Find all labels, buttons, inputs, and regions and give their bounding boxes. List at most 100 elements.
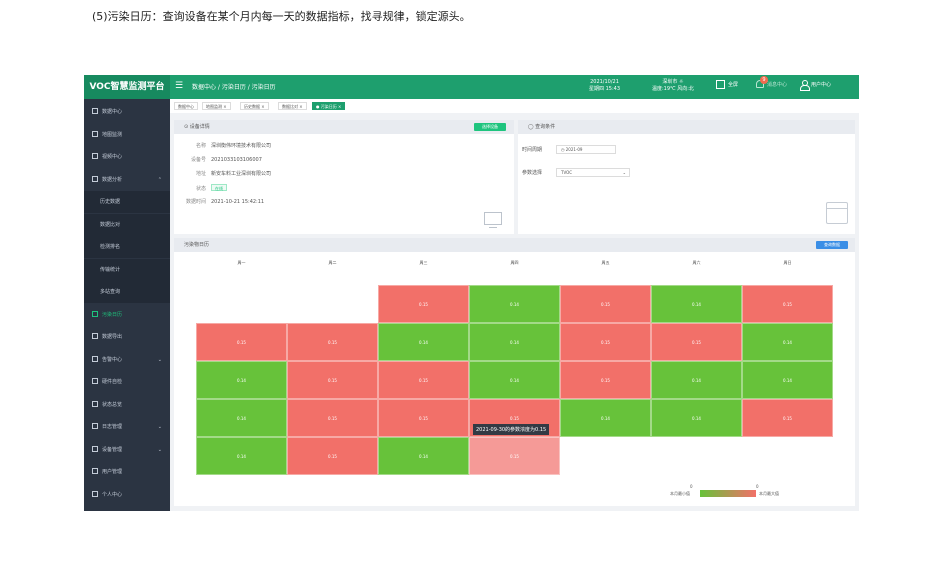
tab-bar: 数据中心 地图监测 × 历史数据 × 数据比对 × ● 污染日历 × xyxy=(170,99,859,113)
calendar-day-cell[interactable]: 0.14 xyxy=(469,285,560,323)
sidebar-item-2[interactable]: 视频中心 xyxy=(84,146,170,168)
param-select[interactable]: TVOC ⌄ xyxy=(556,168,630,177)
sidebar-item-14[interactable]: 日志管理 ⌄ xyxy=(84,416,170,438)
brand-title: VOC智慧监测平台 xyxy=(84,75,170,99)
sidebar-item-9[interactable]: 污染日历 xyxy=(84,304,170,326)
top-bar: VOC智慧监测平台 ☰ 数据中心 / 污染日历 / 污染日历 2021/10/2… xyxy=(84,75,859,99)
tab-0[interactable]: 数据中心 xyxy=(174,102,198,110)
calendar-day-cell[interactable]: 0.14 xyxy=(651,285,742,323)
weekday-header: 周三 xyxy=(419,260,428,265)
calendar-day-cell[interactable]: 0.15 xyxy=(742,285,833,323)
sidebar-item-label: 污染日历 xyxy=(102,311,123,318)
cloud-icon xyxy=(92,333,98,339)
chart-icon xyxy=(92,175,98,182)
weekday-header: 周五 xyxy=(601,260,610,265)
calendar-day-cell[interactable]: 0.15 xyxy=(196,323,287,361)
calendar-day-cell[interactable]: 0.15 xyxy=(378,361,469,399)
calendar-day-cell[interactable]: 0.14 xyxy=(560,399,651,437)
fullscreen-button[interactable]: 全屏 xyxy=(716,80,738,89)
calendar-day-cell[interactable]: 0.15 xyxy=(287,399,378,437)
chevron-icon: ⌄ xyxy=(157,446,162,453)
sidebar-item-15[interactable]: 设备管理 ⌄ xyxy=(84,439,170,461)
calendar-day-cell[interactable]: 0.15 xyxy=(469,437,560,475)
sidebar-item-label: 传输统计 xyxy=(100,266,121,273)
user-center-button[interactable]: 用户中心 xyxy=(800,80,831,91)
sidebar-item-5[interactable]: 数据比对 xyxy=(84,213,170,236)
sidebar-item-17[interactable]: 个人中心 xyxy=(84,484,170,506)
sidebar-item-label: 状态总览 xyxy=(102,401,123,408)
sidebar-item-18[interactable]: 数据大屏 xyxy=(84,506,170,511)
weekday-header: 周一 xyxy=(237,260,246,265)
sidebar-item-label: 个人中心 xyxy=(102,491,123,498)
select-device-button[interactable]: 选择设备 xyxy=(474,123,506,131)
tab-3[interactable]: 数据比对 × xyxy=(278,102,307,110)
sidebar-item-3[interactable]: 数据分析 ⌃ xyxy=(84,169,170,191)
weather: 深圳市 ☼ 温度:19℃ 风向:北 xyxy=(652,79,694,93)
chevron-icon: ⌄ xyxy=(157,356,162,363)
tab-1[interactable]: 地图监测 × xyxy=(202,102,231,110)
device-row-label: 状态 xyxy=(195,186,206,192)
sidebar-item-12[interactable]: 硬件自检 xyxy=(84,371,170,393)
calendar-day-cell[interactable]: 0.15 xyxy=(560,361,651,399)
fullscreen-label: 全屏 xyxy=(728,82,739,88)
sidebar-item-13[interactable]: 状态总览 xyxy=(84,394,170,416)
video-icon xyxy=(92,153,98,159)
device-row: 状态 在线 xyxy=(176,184,227,192)
calendar-day-cell[interactable]: 0.14 xyxy=(196,361,287,399)
sidebar-item-4[interactable]: 历史数据 xyxy=(84,191,170,213)
cell-tooltip: 2021-09-30的参数浓度为0.15 xyxy=(473,424,550,435)
query-data-button[interactable]: 查询数据 xyxy=(816,241,848,249)
device-row: 设备号 2021033103106007 xyxy=(176,156,262,163)
page-caption: (5)污染日历：查询设备在某个月内每一天的数据指标，找寻规律，锁定源头。 xyxy=(92,10,471,23)
sidebar-item-label: 历史数据 xyxy=(100,199,121,205)
calendar-day-cell[interactable]: 0.15 xyxy=(287,361,378,399)
weekday-header: 周六 xyxy=(692,260,701,265)
menu-toggle-icon[interactable]: ☰ xyxy=(175,81,183,91)
calendar-day-cell[interactable]: 0.14 xyxy=(378,323,469,361)
device-row: 数据时间 2021-10-21 15:42:11 xyxy=(176,198,264,205)
sidebar-item-6[interactable]: 检测排名 xyxy=(84,236,170,258)
device-row-value: 2021-10-21 15:42:11 xyxy=(211,199,265,205)
sidebar-item-8[interactable]: 多站查询 xyxy=(84,281,170,303)
sidebar-item-10[interactable]: 数据导出 xyxy=(84,326,170,348)
sidebar-item-7[interactable]: 传输统计 xyxy=(84,258,170,281)
period-picker[interactable]: ◷ 2021-09 xyxy=(556,145,616,154)
sidebar-item-label: 数据分析 xyxy=(102,176,123,183)
device-row-value: 新安车料工业深圳有限公司 xyxy=(211,171,272,177)
sidebar-item-11[interactable]: 告警中心 ⌄ xyxy=(84,349,170,371)
calendar-day-cell[interactable]: 0.14 xyxy=(469,361,560,399)
device-row-label: 设备号 xyxy=(190,157,206,163)
calendar-day-cell[interactable]: 0.14 xyxy=(196,399,287,437)
calendar-day-cell[interactable]: 0.15 xyxy=(651,323,742,361)
sidebar-item-0[interactable]: 数据中心 xyxy=(84,101,170,123)
calendar-day-cell[interactable]: 0.15 xyxy=(378,399,469,437)
legend-max-label: 本月最大值 xyxy=(759,491,779,496)
calendar-day-cell[interactable]: 0.14 xyxy=(378,437,469,475)
calendar-day-cell[interactable]: 0.15 xyxy=(287,323,378,361)
calendar-day-cell[interactable]: 0.15 xyxy=(560,285,651,323)
sidebar-item-label: 多站查询 xyxy=(100,289,121,295)
tab-2[interactable]: 历史数据 × xyxy=(240,102,269,110)
device-panel: ⊙ 设备详情 选择设备 名称 深圳衡伟环境技术有限公司 设备号 20210331031… xyxy=(174,120,514,234)
home-icon xyxy=(92,108,98,114)
message-label: 消息中心 xyxy=(767,81,788,88)
calendar-day-cell[interactable]: 0.15 xyxy=(742,399,833,437)
calendar-day-cell[interactable]: 0.14 xyxy=(469,323,560,361)
sidebar-item-label: 数据导出 xyxy=(102,334,123,340)
app-window: VOC智慧监测平台 ☰ 数据中心 / 污染日历 / 污染日历 2021/10/2… xyxy=(84,75,859,511)
tab-4[interactable]: ● 污染日历 × xyxy=(312,102,346,110)
calendar-day-cell[interactable]: 0.14 xyxy=(651,361,742,399)
sidebar-item-1[interactable]: 地图监测 xyxy=(84,124,170,146)
legend-gradient xyxy=(700,490,756,497)
calendar-day-cell[interactable]: 0.14 xyxy=(742,323,833,361)
calendar-panel-title: 污染物日历 xyxy=(174,238,855,252)
sidebar-item-label: 告警中心 xyxy=(102,356,123,363)
calendar-day-cell[interactable]: 0.15 xyxy=(287,437,378,475)
calendar-day-cell[interactable]: 0.14 xyxy=(651,399,742,437)
calendar-day-cell[interactable]: 0.14 xyxy=(196,437,287,475)
calendar-day-cell[interactable]: 0.15 xyxy=(378,285,469,323)
device-row-label: 数据时间 xyxy=(185,199,206,205)
calendar-day-cell[interactable]: 0.14 xyxy=(742,361,833,399)
calendar-day-cell[interactable]: 0.15 xyxy=(560,323,651,361)
sidebar-item-16[interactable]: 用户管理 xyxy=(84,461,170,483)
